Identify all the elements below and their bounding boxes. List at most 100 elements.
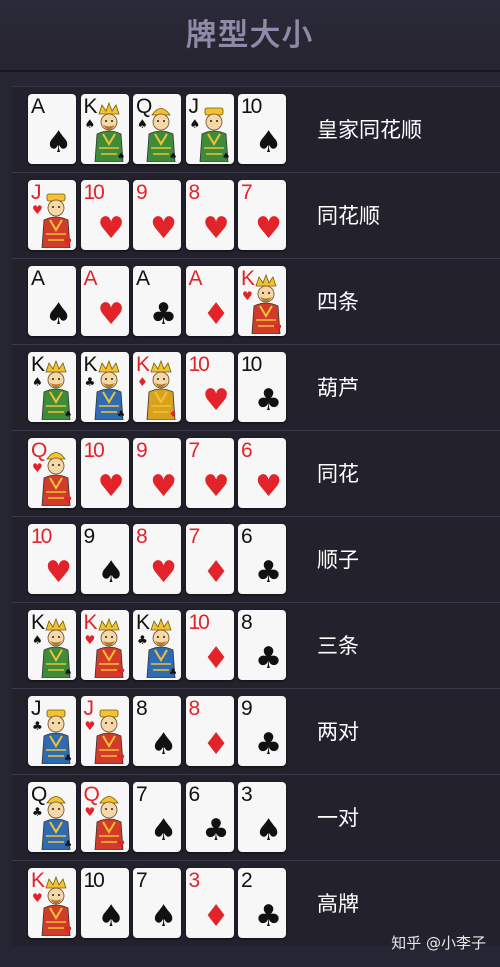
club-icon: ♣ [84, 375, 96, 389]
club-icon: ♣ [255, 641, 282, 676]
card-rank: 8 [136, 525, 148, 548]
playing-card: 8 ♦ [185, 696, 234, 766]
card-group: K ♠ ♠ K ♥ ♥ K ♣ ♣ 10 ♦ 8 ♣ [28, 610, 288, 680]
playing-card: J ♥ ♥ [80, 696, 129, 766]
svg-text:♠: ♠ [222, 152, 230, 162]
club-icon: ♣ [255, 383, 282, 418]
playing-card: A ♥ [80, 266, 129, 336]
card-rank: 8 [241, 611, 253, 634]
playing-card: 8 ♣ [238, 610, 286, 680]
playing-card: 6 ♣ [238, 524, 286, 594]
face-card-art: ♥ [94, 796, 125, 850]
playing-card: K ♠ ♠ [80, 94, 129, 164]
hand-name: 葫芦 [317, 376, 359, 400]
playing-card: 7 ♥ [185, 438, 234, 508]
spade-icon: ♠ [255, 813, 282, 848]
playing-card: 3 ♦ [185, 868, 234, 938]
diamond-icon: ♦ [202, 555, 230, 590]
playing-card: 9 ♣ [238, 696, 286, 766]
hand-row: J ♣ ♣ J ♥ ♥ 8 ♠ 8 ♦ 9 ♣ 两对 [12, 688, 500, 774]
playing-card: 10 ♠ [238, 94, 286, 164]
playing-card: 7 ♥ [238, 180, 286, 250]
playing-card: Q ♣ ♣ [28, 782, 76, 852]
heart-icon: ♥ [84, 719, 96, 733]
playing-card: 7 ♠ [133, 868, 181, 938]
playing-card: 10 ♠ [80, 868, 129, 938]
heart-icon: ♥ [84, 805, 96, 819]
heart-icon: ♥ [32, 203, 43, 217]
card-group: J ♣ ♣ J ♥ ♥ 8 ♠ 8 ♦ 9 ♣ [28, 696, 288, 766]
card-group: K ♠ ♠ K ♣ ♣ K ♦ ♦ 10 ♥ 10 ♣ [28, 352, 288, 422]
diamond-icon: ♦ [202, 641, 230, 676]
svg-text:♥: ♥ [117, 840, 125, 850]
face-card-art: ♥ [41, 452, 72, 506]
card-group: A ♠ K ♠ ♠ Q ♠ ♠ J ♠ ♠ 10 ♠ [28, 94, 288, 164]
hand-row: A ♠ A ♥ A ♣ A ♦ K ♥ ♥ 四条 [12, 258, 500, 344]
hand-name: 同花 [317, 462, 359, 486]
club-icon: ♣ [32, 719, 43, 733]
playing-card: A ♠ [28, 94, 76, 164]
card-group: J ♥ ♥ 10 ♥ 9 ♥ 8 ♥ 7 ♥ [28, 180, 288, 250]
hand-name: 三条 [317, 634, 359, 658]
card-rank: 10 [188, 353, 210, 376]
hand-row: Q ♣ ♣ Q ♥ ♥ 7 ♠ 6 ♣ 3 ♠ 一对 [12, 774, 500, 860]
playing-card: 3 ♠ [238, 782, 286, 852]
playing-card: A ♦ [185, 266, 234, 336]
playing-card: 9 ♠ [80, 524, 129, 594]
card-rank: 6 [241, 525, 253, 548]
face-card-art: ♠ [41, 359, 72, 420]
playing-card: 10 ♣ [238, 352, 286, 422]
card-rank: 6 [188, 783, 201, 806]
playing-card: K ♦ ♦ [133, 352, 181, 422]
diamond-icon: ♦ [202, 297, 230, 332]
playing-card: A ♣ [133, 266, 181, 336]
spade-icon: ♠ [45, 297, 72, 332]
playing-card: Q ♥ ♥ [80, 782, 129, 852]
card-rank: 7 [188, 439, 201, 462]
heart-icon: ♥ [202, 383, 230, 418]
playing-card: 6 ♥ [238, 438, 286, 508]
header-bar: 牌型大小 [0, 0, 500, 72]
club-icon: ♣ [255, 899, 282, 934]
svg-text:♠: ♠ [64, 668, 72, 678]
card-group: A ♠ A ♥ A ♣ A ♦ K ♥ ♥ [28, 266, 288, 336]
face-card-art: ♠ [94, 101, 125, 162]
card-rank: 9 [83, 525, 96, 548]
hand-row: J ♥ ♥ 10 ♥ 9 ♥ 8 ♥ 7 ♥ 同花顺 [12, 172, 500, 258]
card-group: K ♥ ♥ 10 ♠ 7 ♠ 3 ♦ 2 ♣ [28, 868, 288, 938]
playing-card: 2 ♣ [238, 868, 286, 938]
spade-icon: ♠ [189, 117, 201, 131]
diamond-icon: ♦ [202, 727, 230, 762]
card-rank: 7 [136, 783, 148, 806]
playing-card: 7 ♦ [185, 524, 234, 594]
card-rank: A [31, 95, 45, 118]
face-card-art: ♣ [41, 709, 72, 764]
heart-icon: ♥ [150, 211, 177, 246]
club-icon: ♣ [150, 297, 177, 332]
hand-row: K ♠ ♠ K ♣ ♣ K ♦ ♦ 10 ♥ 10 ♣ 葫芦 [12, 344, 500, 430]
face-card-art: ♣ [146, 617, 177, 678]
card-rank: 7 [241, 181, 253, 204]
svg-text:♣: ♣ [117, 410, 125, 420]
face-card-art: ♠ [199, 107, 230, 162]
playing-card: 9 ♥ [133, 180, 181, 250]
hand-name: 四条 [317, 290, 359, 314]
card-rank: 10 [83, 439, 105, 462]
playing-card: 10 ♦ [185, 610, 234, 680]
heart-icon: ♥ [150, 555, 177, 590]
playing-card: K ♥ ♥ [28, 868, 76, 938]
svg-text:♠: ♠ [169, 152, 177, 162]
svg-text:♣: ♣ [64, 754, 72, 764]
svg-text:♣: ♣ [169, 668, 177, 678]
club-icon: ♣ [202, 813, 230, 848]
playing-card: K ♠ ♠ [28, 610, 76, 680]
face-card-art: ♥ [41, 193, 72, 248]
spade-icon: ♠ [97, 555, 125, 590]
card-rank: 9 [136, 181, 148, 204]
svg-text:♥: ♥ [64, 926, 72, 936]
hand-name: 一对 [317, 806, 359, 830]
svg-text:♦: ♦ [169, 410, 177, 420]
playing-card: 7 ♠ [133, 782, 181, 852]
card-rank: 3 [188, 869, 201, 892]
club-icon: ♣ [32, 805, 43, 819]
